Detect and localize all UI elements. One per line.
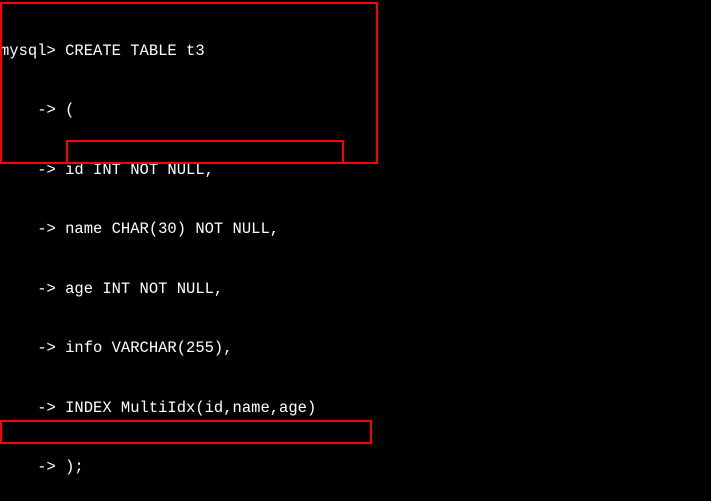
highlight-key-def-box — [0, 420, 372, 444]
sql-create-line: -> id INT NOT NULL, — [0, 161, 711, 181]
sql-create-line: -> name CHAR(30) NOT NULL, — [0, 220, 711, 240]
sql-create-index-line: -> INDEX MultiIdx(id,name,age) — [0, 399, 711, 419]
terminal-output: mysql> CREATE TABLE t3 -> ( -> id INT NO… — [0, 0, 711, 501]
sql-create-line: -> age INT NOT NULL, — [0, 280, 711, 300]
sql-create-line: -> ( — [0, 101, 711, 121]
sql-create-line: -> ); — [0, 458, 711, 478]
sql-create-line: -> info VARCHAR(255), — [0, 339, 711, 359]
sql-create-line: mysql> CREATE TABLE t3 — [0, 42, 711, 62]
highlight-create-table-box — [0, 2, 378, 164]
